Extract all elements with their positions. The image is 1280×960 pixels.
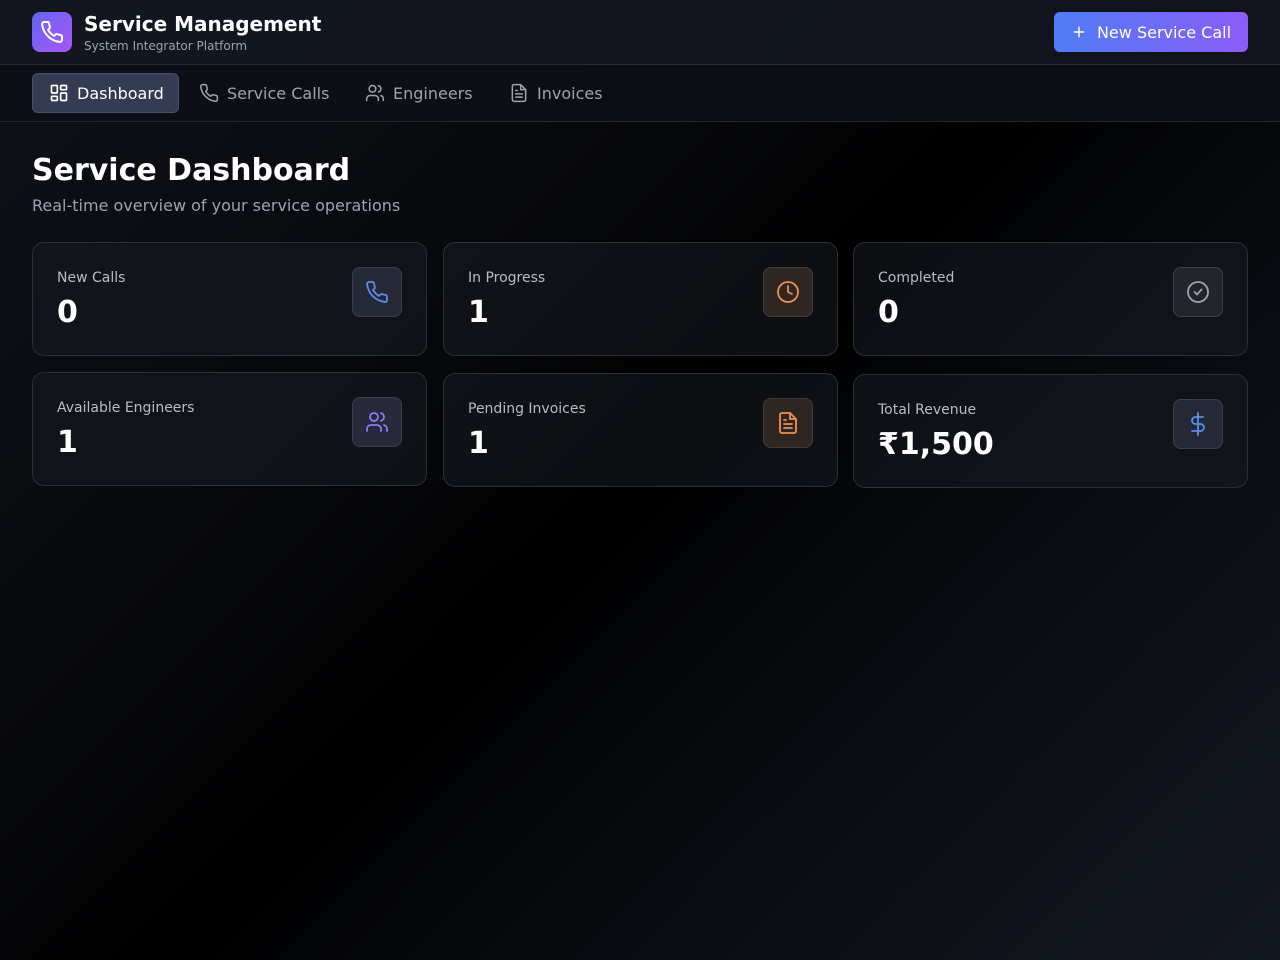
new-service-call-label: New Service Call (1096, 22, 1232, 42)
plus-icon (1073, 26, 1085, 38)
phone-icon (200, 83, 219, 103)
stat-label: Completed (878, 270, 955, 286)
nav-tab-label: Dashboard (77, 83, 164, 103)
stat-value: 0 (878, 295, 899, 330)
stat-value: ₹1,500 (878, 427, 994, 462)
users-icon (365, 84, 385, 102)
nav-tab-invoices[interactable]: Invoices (493, 73, 619, 113)
stat-card-available-engineers[interactable]: Available Engineers 1 (32, 372, 427, 486)
users-icon (366, 412, 388, 432)
stat-icon-box (352, 267, 402, 317)
stat-icon-box (763, 267, 813, 317)
stat-card-pending-invoices[interactable]: Pending Invoices 1 (443, 373, 838, 487)
stat-value: 0 (57, 295, 78, 330)
phone-icon (366, 281, 388, 303)
nav-tab-service-calls[interactable]: Service Calls (183, 73, 345, 113)
nav-tab-label: Service Calls (227, 83, 330, 103)
stat-label: In Progress (468, 270, 546, 286)
page-title: Service Dashboard (32, 153, 351, 188)
nav-tab-engineers[interactable]: Engineers (349, 73, 489, 113)
dollar-icon (1191, 412, 1205, 436)
check-circle-icon (1187, 281, 1209, 303)
grid-icon (50, 84, 68, 102)
stat-label: Total Revenue (878, 402, 977, 418)
nav-tab-label: Invoices (537, 83, 603, 103)
document-icon (779, 412, 797, 434)
clock-icon (777, 281, 799, 303)
document-icon (511, 83, 527, 103)
stat-icon-box (1173, 399, 1223, 449)
stat-value: 1 (468, 426, 489, 461)
stat-icon-box (1173, 267, 1223, 317)
new-service-call-button[interactable]: New Service Call (1054, 12, 1248, 52)
app-title: Service Management (84, 12, 322, 36)
stat-card-in-progress[interactable]: In Progress 1 (443, 242, 838, 356)
app-logo (32, 12, 72, 52)
phone-icon (41, 21, 64, 43)
stat-label: Pending Invoices (468, 401, 586, 417)
main-nav: Dashboard Service Calls Engineers Invoic… (0, 65, 1280, 122)
stat-card-new-calls[interactable]: New Calls 0 (32, 242, 427, 356)
page-subtitle: Real-time overview of your service opera… (32, 196, 401, 215)
nav-tab-label: Engineers (393, 83, 473, 103)
stat-card-completed[interactable]: Completed 0 (853, 242, 1248, 356)
top-header: Service Management System Integrator Pla… (0, 0, 1280, 65)
app-subtitle: System Integrator Platform (84, 39, 248, 53)
stat-label: New Calls (57, 270, 126, 286)
stat-icon-box (763, 398, 813, 448)
stat-label: Available Engineers (57, 400, 195, 416)
stat-value: 1 (57, 425, 78, 460)
stat-value: 1 (468, 295, 489, 330)
stat-card-total-revenue[interactable]: Total Revenue ₹1,500 (853, 374, 1248, 488)
nav-tab-dashboard[interactable]: Dashboard (32, 73, 179, 113)
stat-icon-box (352, 397, 402, 447)
